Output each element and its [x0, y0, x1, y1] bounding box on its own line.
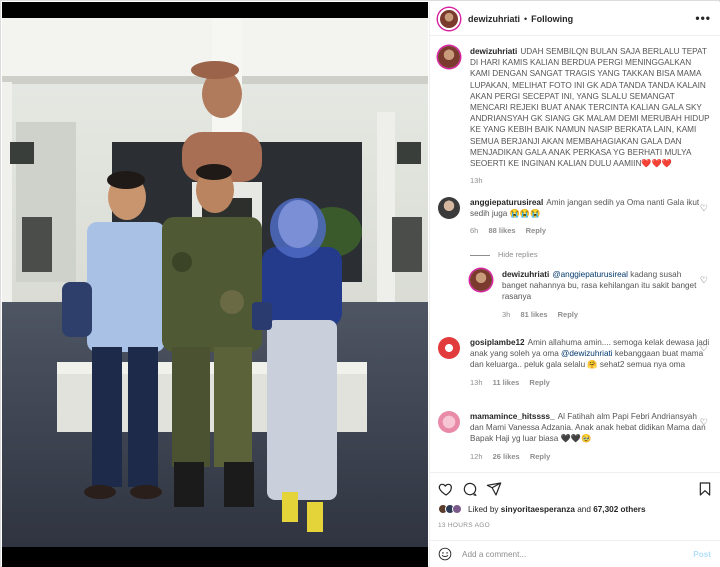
comment-username[interactable]: mamamince_hitssss_: [470, 412, 555, 421]
like-icon[interactable]: [438, 481, 454, 497]
comment-likes[interactable]: 88 likes: [488, 226, 515, 235]
comment-icon[interactable]: [462, 481, 478, 497]
comment-input[interactable]: Add a comment...: [462, 550, 693, 559]
post-actions: Liked by sinyoritaesperanza and 67,302 o…: [430, 472, 720, 532]
caption-username[interactable]: dewizuhriati: [470, 47, 517, 56]
post-dialog: dewizuhriati • Following ••• dewizuhriat…: [0, 0, 720, 567]
heart-icon[interactable]: ♡: [700, 275, 708, 286]
caption-emoji: ❤️❤️❤️: [641, 159, 672, 169]
caption-time[interactable]: 13h: [470, 176, 483, 185]
post-photo[interactable]: [2, 2, 428, 567]
caption-text: UDAH SEMBILQN BULAN SAJA BERLALU TEPAT D…: [470, 47, 710, 169]
author-username[interactable]: dewizuhriati: [468, 14, 520, 24]
reply-likes[interactable]: 81 likes: [520, 310, 547, 319]
comment-time[interactable]: 6h: [470, 226, 478, 235]
liked-by-prefix: Liked by: [468, 504, 499, 514]
comment-meta: 6h 88 likes Reply: [470, 225, 710, 236]
caption-meta: 13h: [470, 175, 710, 186]
comment-meta: 13h 11 likes Reply: [470, 377, 710, 388]
heart-icon[interactable]: ♡: [700, 417, 708, 428]
post-button[interactable]: Post: [693, 550, 711, 559]
reply-button[interactable]: Reply: [529, 378, 549, 387]
liked-by-others[interactable]: 67,302 others: [593, 505, 645, 514]
post-header: dewizuhriati • Following •••: [430, 2, 720, 36]
liker-avatars[interactable]: [438, 504, 462, 514]
comment-likes[interactable]: 11 likes: [493, 378, 520, 387]
liked-by: Liked by sinyoritaesperanza and 67,302 o…: [438, 504, 646, 514]
photo-scene: [2, 2, 428, 567]
post-side-panel: dewizuhriati • Following ••• dewizuhriat…: [429, 2, 720, 567]
caption-body: dewizuhriati UDAH SEMBILQN BULAN SAJA BER…: [470, 46, 710, 186]
comment-body: mamamince_hitssss_ Al Fatihah alm Papi Fe…: [470, 411, 710, 462]
liked-by-user[interactable]: sinyoritaesperanza: [501, 505, 575, 514]
reply-meta: 3h 81 likes Reply: [502, 309, 706, 320]
following-button[interactable]: Following: [531, 14, 573, 24]
share-icon[interactable]: [486, 481, 502, 497]
reply-button[interactable]: Reply: [526, 226, 546, 235]
comment-username[interactable]: anggiepaturusireal: [470, 198, 543, 207]
reply-mention[interactable]: @anggiepaturusireal: [552, 270, 628, 279]
liked-by-and: and: [577, 504, 591, 514]
comment-body: gosiplambe12 Amin allahuma amin.... semog…: [470, 337, 710, 388]
add-comment-bar: Add a comment... Post: [430, 540, 720, 567]
comments-list[interactable]: dewizuhriati UDAH SEMBILQN BULAN SAJA BER…: [430, 37, 720, 472]
comment-time[interactable]: 13h: [470, 378, 483, 387]
post-time-ago[interactable]: 13 HOURS AGO: [438, 522, 490, 529]
emoji-icon[interactable]: [438, 547, 452, 561]
reply-username[interactable]: dewizuhriati: [502, 270, 549, 279]
header-separator: •: [524, 13, 528, 24]
reply-button[interactable]: Reply: [530, 452, 550, 461]
comment-mention[interactable]: @dewizuhriati: [561, 349, 613, 358]
comment-likes[interactable]: 26 likes: [493, 452, 520, 461]
more-options-icon[interactable]: •••: [695, 12, 711, 24]
reply-time[interactable]: 3h: [502, 310, 510, 319]
author-avatar[interactable]: [438, 7, 460, 30]
hide-replies-button[interactable]: Hide replies: [470, 250, 538, 259]
comment-time[interactable]: 12h: [470, 452, 483, 461]
heart-icon[interactable]: ♡: [700, 343, 708, 354]
reply-avatar[interactable]: [470, 269, 492, 291]
reply-body: dewizuhriati @anggiepaturusireal kadang s…: [502, 269, 706, 320]
reply-reply-button[interactable]: Reply: [558, 310, 578, 319]
comment-username[interactable]: gosiplambe12: [470, 338, 525, 347]
comment-avatar[interactable]: [438, 411, 460, 433]
comment-avatar[interactable]: [438, 197, 460, 219]
caption-avatar[interactable]: [438, 46, 460, 68]
hide-replies-label[interactable]: Hide replies: [498, 250, 538, 259]
comment-body: anggiepaturusireal Amin jangan sedih ya O…: [470, 197, 710, 237]
heart-icon[interactable]: ♡: [700, 203, 708, 214]
comment-meta: 12h 26 likes Reply: [470, 451, 710, 462]
comment-avatar[interactable]: [438, 337, 460, 359]
save-icon[interactable]: [697, 481, 713, 497]
